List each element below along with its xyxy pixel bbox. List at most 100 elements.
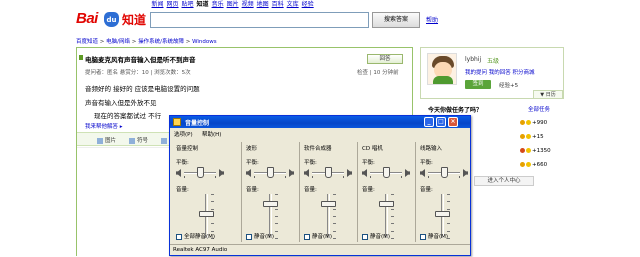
nav-link[interactable]: 图片	[225, 0, 240, 9]
balance-slider[interactable]	[176, 167, 224, 179]
window-menubar: 选项(P) 帮助(H)	[170, 129, 470, 138]
baidu-zhidao-logo[interactable]: Bai du 知道	[76, 10, 146, 30]
volume-tick	[447, 208, 450, 210]
mute-checkbox[interactable]: 静音(M)	[362, 232, 390, 240]
speaker-right-icon	[405, 169, 410, 177]
mute-checkbox[interactable]: 静音(M)	[246, 232, 274, 240]
avatar[interactable]	[427, 53, 457, 85]
breadcrumb-link[interactable]: Windows	[192, 39, 217, 45]
question-icon	[79, 55, 83, 60]
nav-link[interactable]: 知道	[195, 0, 210, 9]
volume-thumb[interactable]	[199, 211, 214, 218]
balance-thumb[interactable]	[266, 167, 274, 178]
username[interactable]: lybhij	[465, 56, 481, 63]
question-meta: 提问者：匿名 悬赏分：10 | 浏览次数：5次 检查 | 10 分钟前	[85, 68, 399, 76]
reward-icon	[520, 148, 525, 153]
volume-tick	[333, 230, 336, 232]
volume-thumb[interactable]	[321, 200, 336, 207]
reply-button[interactable]: 回答	[367, 54, 403, 64]
menu-help[interactable]: 帮助(H)	[202, 130, 221, 138]
nav-link[interactable]: 地图	[255, 0, 270, 9]
speaker-icon	[173, 118, 181, 126]
answer-help-link[interactable]: 我来帮他解答 ▸	[85, 122, 123, 130]
breadcrumb-link[interactable]: 百度知道	[76, 39, 98, 45]
volume-control-window: 音量控制 _ □ × 选项(P) 帮助(H) Realtek AC97 Audi…	[169, 115, 471, 256]
task-row[interactable]: +1350	[520, 148, 551, 154]
search-input[interactable]	[150, 12, 369, 28]
breadcrumb-separator: >	[183, 39, 193, 45]
balance-thumb[interactable]	[324, 167, 332, 178]
speaker-left-icon	[304, 169, 309, 177]
volume-label: 音量:	[304, 187, 317, 193]
volume-tick	[333, 216, 336, 217]
nav-link[interactable]: 经验	[300, 0, 315, 9]
mute-label: 全部静音(M)	[184, 234, 216, 240]
logo-zhidao-text: 知道	[122, 13, 147, 27]
sign-in-button[interactable]: 签到	[465, 80, 491, 89]
volume-tick	[211, 201, 214, 203]
balance-thumb[interactable]	[196, 167, 204, 178]
maximize-button[interactable]: □	[436, 117, 446, 127]
menu-options[interactable]: 选项(P)	[174, 130, 193, 138]
nav-link[interactable]: 文库	[285, 0, 300, 9]
mute-label: 静音(M)	[312, 234, 333, 240]
help-link[interactable]: 帮助	[426, 15, 438, 24]
breadcrumb-link[interactable]: 电脑/网络	[106, 39, 130, 45]
volume-label: 音量:	[176, 187, 189, 193]
task-row[interactable]: +15	[520, 134, 544, 140]
reward-icon	[520, 162, 525, 167]
mute-checkbox[interactable]: 静音(M)	[304, 232, 332, 240]
task-row[interactable]: +660	[520, 162, 547, 168]
balance-slider[interactable]	[246, 167, 294, 179]
nav-link[interactable]: 贴吧	[180, 0, 195, 9]
volume-tick	[391, 238, 394, 239]
window-titlebar[interactable]: 音量控制 _ □ ×	[170, 116, 470, 128]
nav-link[interactable]: 视频	[240, 0, 255, 9]
question-meta-right: 检查 | 10 分钟前	[357, 70, 399, 76]
all-tasks-link[interactable]: 全部任务	[528, 105, 550, 113]
question-meta-left: 提问者：匿名 悬赏分：10 | 浏览次数：5次	[85, 70, 191, 76]
balance-slider[interactable]	[362, 167, 410, 179]
toolbar-symbol-button[interactable]: 符号	[129, 136, 148, 144]
volume-thumb[interactable]	[435, 211, 450, 218]
speaker-left-icon	[420, 169, 425, 177]
channel-name: 软件合成器	[304, 146, 332, 152]
volume-tick	[275, 194, 278, 195]
nav-link[interactable]: 音乐	[210, 0, 225, 9]
coin-icon	[526, 120, 531, 125]
volume-thumb[interactable]	[379, 200, 394, 207]
nav-link[interactable]: 新闻	[150, 0, 165, 9]
balance-slider[interactable]	[304, 167, 352, 179]
balance-thumb[interactable]	[440, 167, 448, 178]
nav-link[interactable]: 网页	[165, 0, 180, 9]
volume-tick	[447, 201, 450, 203]
breadcrumb-link[interactable]: 操作系统/系统故障	[138, 39, 184, 45]
mute-checkbox[interactable]: 全部静音(M)	[176, 232, 215, 240]
user-links[interactable]: 我的提问 我的回答 积分商城	[465, 68, 535, 76]
calendar-toggle[interactable]: ▼ 日历	[533, 90, 563, 99]
enter-center-button[interactable]: 进入个人中心	[474, 176, 534, 186]
volume-thumb[interactable]	[263, 200, 278, 207]
task-row[interactable]: +990	[520, 120, 547, 126]
coin-icon	[526, 134, 531, 139]
paw-icon: du	[104, 12, 119, 27]
balance-slider[interactable]	[420, 167, 468, 179]
balance-label: 平衡:	[420, 160, 433, 166]
close-button[interactable]: ×	[448, 117, 458, 127]
speaker-right-icon	[463, 169, 468, 177]
toolbar-image-button[interactable]: 图片	[97, 136, 116, 144]
nav-link[interactable]: 百科	[270, 0, 285, 9]
channel-name: 音量控制	[176, 146, 199, 152]
reward-icon	[520, 120, 525, 125]
minimize-button[interactable]: _	[424, 117, 434, 127]
balance-label: 平衡:	[362, 160, 375, 166]
channel-name: CD 唱机	[362, 146, 383, 152]
question-body-line: 音频好的 接好的 应该是电脑设置的问题	[85, 85, 200, 93]
balance-label: 平衡:	[176, 160, 189, 166]
checkbox-icon	[362, 233, 368, 240]
balance-thumb[interactable]	[382, 167, 390, 178]
mute-checkbox[interactable]: 静音(M)	[420, 232, 448, 240]
task-reward: +990	[532, 120, 548, 126]
search-button[interactable]: 搜索答案	[372, 12, 420, 28]
mixer-channel: 线路输入 平衡: 音量: 静音(M)	[416, 142, 470, 242]
